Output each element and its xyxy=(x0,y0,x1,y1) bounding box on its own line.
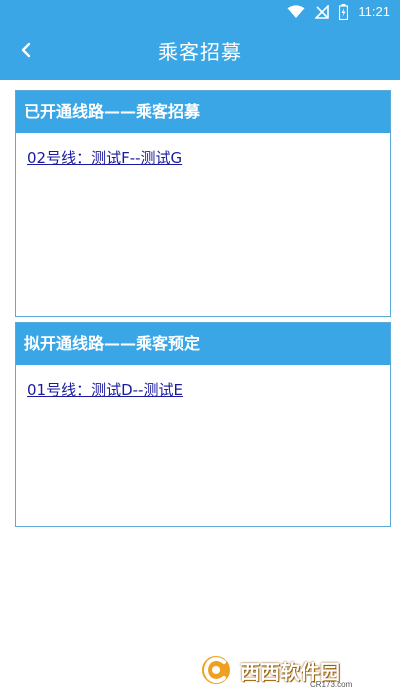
status-time: 11:21 xyxy=(358,4,390,19)
panel-body: 02号线：测试F--测试G xyxy=(16,133,390,169)
signal-off-icon xyxy=(315,5,330,19)
route-link[interactable]: 01号线：测试D--测试E xyxy=(27,379,183,401)
wifi-icon xyxy=(287,5,305,19)
battery-charging-icon xyxy=(339,4,349,20)
chevron-left-icon xyxy=(20,42,32,62)
panel-title: 已开通线路——乘客招募 xyxy=(16,91,390,133)
status-icons: 11:21 xyxy=(287,2,390,22)
panel-body: 01号线：测试D--测试E xyxy=(16,365,390,401)
page-title: 乘客招募 xyxy=(158,40,242,64)
watermark: 西西软件园 CR173.com xyxy=(198,652,394,692)
back-button[interactable] xyxy=(6,32,46,72)
planned-routes-panel: 拟开通线路——乘客预定 01号线：测试D--测试E xyxy=(15,322,391,527)
app-bar: 乘客招募 xyxy=(0,24,400,80)
watermark-logo-icon xyxy=(198,652,234,692)
route-link[interactable]: 02号线：测试F--测试G xyxy=(27,147,182,169)
watermark-sub: CR173.com xyxy=(310,680,353,689)
panel-title: 拟开通线路——乘客预定 xyxy=(16,323,390,365)
status-bar: 11:21 xyxy=(0,0,400,24)
opened-routes-panel: 已开通线路——乘客招募 02号线：测试F--测试G xyxy=(15,90,391,317)
